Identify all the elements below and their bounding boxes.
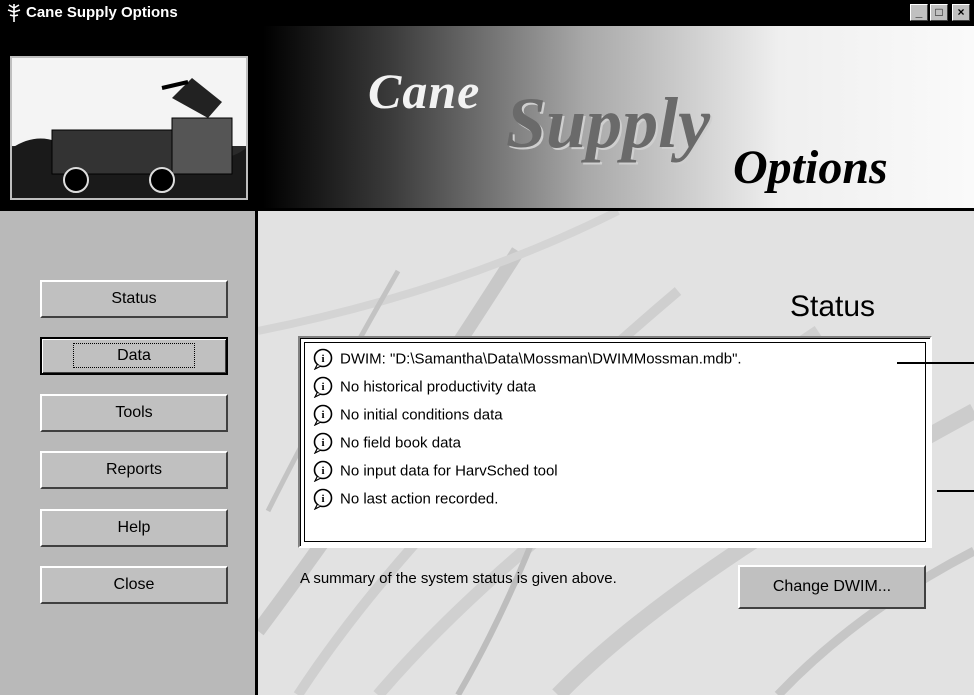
- status-item-productivity[interactable]: i No historical productivity data: [312, 376, 536, 398]
- logo-word-supply: Supply: [506, 83, 711, 163]
- status-nav-label: Status: [111, 290, 157, 307]
- info-icon: i: [313, 432, 333, 454]
- data-nav-label: Data: [73, 343, 195, 368]
- status-item-text: No initial conditions data: [340, 406, 503, 424]
- info-icon: i: [313, 376, 333, 398]
- callout-line: [897, 362, 974, 364]
- status-item-text: No input data for HarvSched tool: [340, 462, 558, 480]
- svg-text:i: i: [321, 409, 324, 421]
- status-item-initial-conditions[interactable]: i No initial conditions data: [312, 404, 503, 426]
- info-icon: i: [313, 488, 333, 510]
- logo-word-cane: Cane: [368, 63, 481, 119]
- status-item-last-action[interactable]: i No last action recorded.: [312, 488, 498, 510]
- status-item-text: No last action recorded.: [340, 490, 499, 508]
- title-bar[interactable]: Cane Supply Options _ □ ×: [0, 0, 974, 26]
- status-item-field-book[interactable]: i No field book data: [312, 432, 461, 454]
- callout-line: [937, 490, 974, 492]
- info-icon: i: [313, 404, 333, 426]
- status-item-harvsched[interactable]: i No input data for HarvSched tool: [312, 460, 558, 482]
- reports-nav-button[interactable]: Reports: [40, 451, 228, 489]
- status-item-text: No field book data: [340, 434, 461, 452]
- window-title: Cane Supply Options: [26, 4, 178, 21]
- svg-text:i: i: [321, 437, 324, 449]
- tools-nav-button[interactable]: Tools: [40, 394, 228, 432]
- status-heading: Status: [790, 290, 876, 323]
- status-summary-text: A summary of the system status is given …: [300, 570, 617, 587]
- info-icon: i: [313, 460, 333, 482]
- maximize-button[interactable]: □: [930, 4, 948, 21]
- minimize-button[interactable]: _: [910, 4, 928, 21]
- logo-word-options: Options: [733, 141, 888, 194]
- close-nav-button[interactable]: Close: [40, 566, 228, 604]
- cane-harvester-photo: [10, 56, 248, 200]
- svg-text:i: i: [321, 381, 324, 393]
- status-item-dwim[interactable]: i DWIM: "D:\Samantha\Data\Mossman\DWIMMos…: [312, 348, 742, 370]
- close-nav-label: Close: [113, 576, 155, 593]
- status-list[interactable]: i DWIM: "D:\Samantha\Data\Mossman\DWIMMos…: [298, 336, 932, 548]
- svg-text:i: i: [321, 353, 324, 365]
- svg-text:i: i: [321, 493, 324, 505]
- cane-app-icon: [7, 4, 21, 22]
- info-icon: i: [313, 348, 333, 370]
- svg-text:i: i: [321, 465, 324, 477]
- change-dwim-button[interactable]: Change DWIM...: [738, 565, 926, 609]
- reports-nav-label: Reports: [105, 461, 163, 478]
- help-nav-button[interactable]: Help: [40, 509, 228, 547]
- status-item-text: DWIM: "D:\Samantha\Data\Mossman\DWIMMoss…: [340, 350, 742, 368]
- tools-nav-label: Tools: [115, 404, 153, 421]
- help-nav-label: Help: [117, 519, 151, 536]
- status-item-text: No historical productivity data: [340, 378, 536, 396]
- harvester-image: [12, 58, 246, 198]
- status-nav-button[interactable]: Status: [40, 280, 228, 318]
- data-nav-button[interactable]: Data: [40, 337, 228, 375]
- close-window-button[interactable]: ×: [952, 4, 970, 21]
